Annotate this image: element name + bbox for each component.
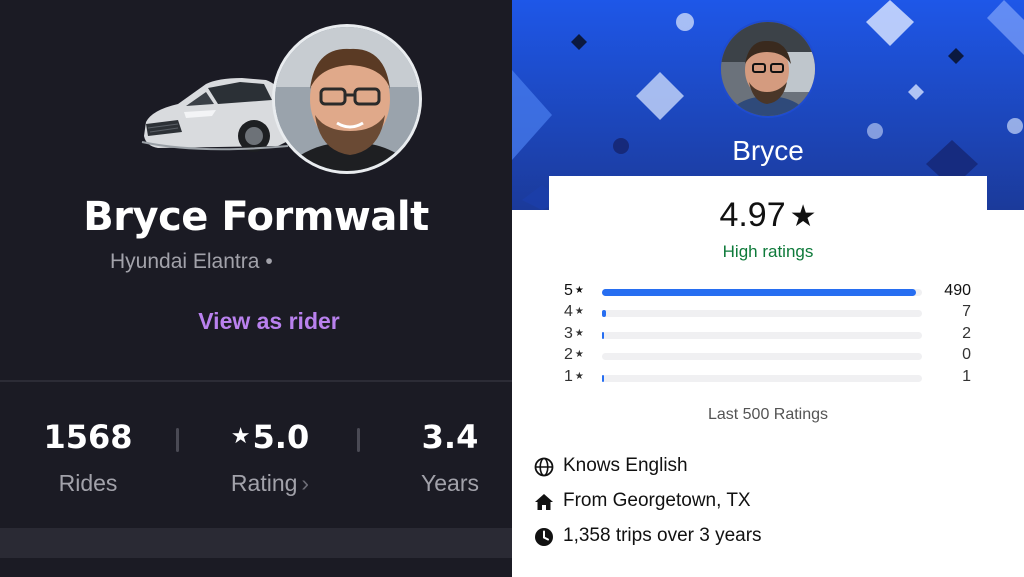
- rating-score: 4.97: [719, 196, 786, 234]
- rider-profile-panel: Bryce 4.97 ★ High ratings 5 ★ 490 4 ★ 7 3 ★ …: [512, 0, 1024, 577]
- star-level-number: 2: [564, 346, 573, 363]
- rating-bar-fill: [602, 332, 604, 339]
- rating-count: 1: [962, 368, 971, 385]
- star-icon: ★: [574, 371, 584, 382]
- star-level-number: 4: [564, 303, 573, 320]
- rating-row: 3 ★ 2: [564, 325, 974, 345]
- rating-label: Rating ›: [205, 470, 335, 497]
- vehicle-name: Hyundai Elantra: [110, 250, 260, 273]
- star-icon: ★: [574, 285, 584, 296]
- star-level: 5 ★: [564, 282, 584, 300]
- star-level-number: 3: [564, 325, 573, 342]
- years-value: 3.4: [421, 418, 479, 456]
- stat-rides: 1568 Rides: [38, 418, 138, 497]
- rider-avatar: [719, 20, 817, 118]
- bottom-strip: [0, 528, 512, 558]
- rating-bar-fill: [602, 310, 607, 317]
- star-level-number: 5: [564, 282, 573, 299]
- rating-row: 5 ★ 490: [564, 282, 974, 302]
- driver-profile-panel: Bryce Formwalt Hyundai Elantra • View as …: [0, 0, 512, 577]
- rides-value: 1568: [43, 418, 133, 456]
- chevron-right-icon: ›: [301, 470, 310, 496]
- star-level-number: 1: [564, 368, 573, 385]
- star-level: 4 ★: [564, 303, 584, 321]
- rating-bar-track: [602, 310, 922, 317]
- stat-years: 3.4 Years: [400, 418, 500, 497]
- view-as-rider-link[interactable]: View as rider: [0, 308, 512, 335]
- rating-bar-track: [602, 289, 922, 296]
- star-level: 3 ★: [564, 325, 584, 343]
- rating-label-text: Rating: [230, 470, 298, 496]
- rating-row: 2 ★ 0: [564, 346, 974, 366]
- stat-separator: [176, 428, 179, 452]
- rating-row: 4 ★ 7: [564, 303, 974, 323]
- clock-icon: [535, 528, 553, 546]
- star-icon: ★: [230, 424, 251, 449]
- stat-rating[interactable]: ★5.0 Rating ›: [205, 418, 335, 497]
- star-level: 1 ★: [564, 368, 584, 386]
- rides-label: Rides: [58, 470, 118, 496]
- home-icon: [535, 494, 553, 510]
- globe-icon: [534, 457, 554, 477]
- info-trips-text: 1,358 trips over 3 years: [563, 525, 762, 546]
- overall-rating: 4.97 ★: [512, 196, 1024, 235]
- info-hometown-text: From Georgetown, TX: [563, 490, 751, 511]
- rating-bar-track: [602, 375, 922, 382]
- rider-name: Bryce: [732, 135, 804, 166]
- ratings-footer: Last 500 Ratings: [707, 406, 829, 423]
- star-icon: ★: [574, 328, 584, 339]
- rating-count: 7: [962, 303, 971, 320]
- rating-caption: High ratings: [722, 242, 814, 261]
- star-level: 2 ★: [564, 346, 584, 364]
- rating-bar-track: [602, 353, 922, 360]
- star-icon: ★: [574, 349, 584, 360]
- rating-bar-fill: [602, 375, 604, 382]
- rating-count: 2: [962, 325, 971, 342]
- years-label: Years: [421, 470, 479, 496]
- vehicle-model: Hyundai Elantra •: [110, 250, 273, 274]
- star-icon: ★: [574, 306, 584, 317]
- rating-number: 5.0: [252, 418, 310, 456]
- rating-value: ★5.0: [205, 418, 335, 456]
- divider: [0, 380, 512, 382]
- driver-name: Bryce Formwalt: [83, 194, 429, 240]
- rating-row: 1 ★ 1: [564, 368, 974, 388]
- rating-bar-fill: [602, 289, 916, 296]
- star-icon: ★: [789, 200, 817, 233]
- rating-count: 0: [962, 346, 971, 363]
- info-language-text: Knows English: [563, 455, 688, 476]
- rating-bar-track: [602, 332, 922, 339]
- driver-avatar: [272, 24, 422, 174]
- rating-count: 490: [944, 282, 971, 299]
- stat-separator: [357, 428, 360, 452]
- vehicle-separator: •: [265, 250, 273, 273]
